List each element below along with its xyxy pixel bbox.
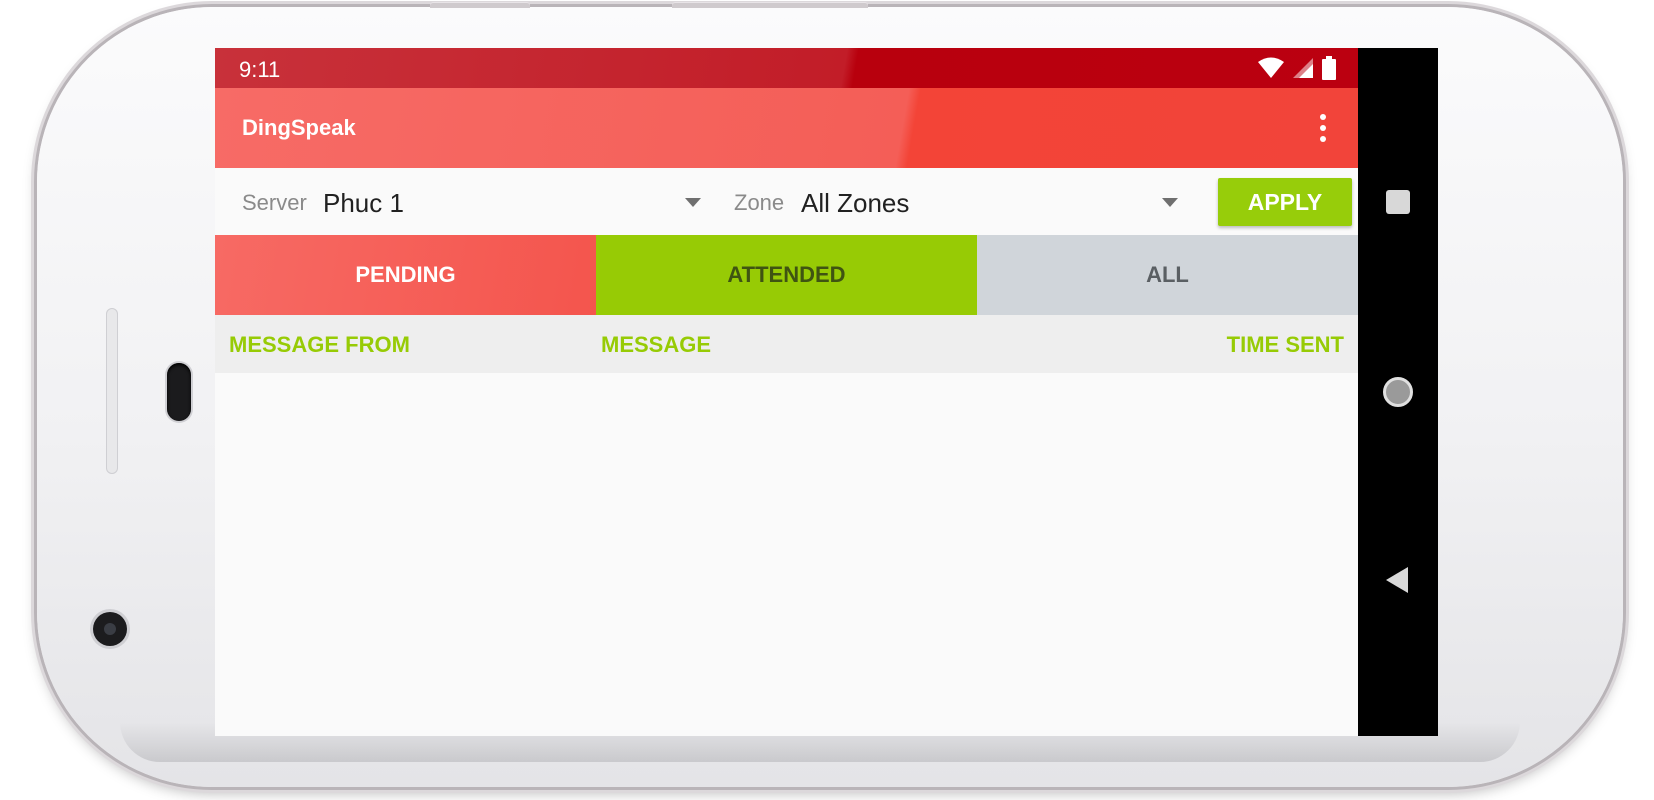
filter-row: Server Phuc 1 Zone All Zones APPLY (215, 168, 1358, 235)
zone-label: Zone (734, 190, 785, 215)
tab-all[interactable]: ALL (977, 235, 1358, 315)
server-select[interactable]: Phuc 1 (323, 188, 404, 219)
server-dropdown-arrow-icon[interactable] (685, 198, 701, 207)
server-label: Server (242, 190, 307, 215)
status-time: 9:11 (239, 57, 281, 82)
column-header-time-sent: TIME SENT (1226, 332, 1344, 357)
zone-dropdown-arrow-icon[interactable] (1162, 198, 1178, 207)
cell-signal-icon (1293, 58, 1313, 78)
power-key (672, 2, 868, 8)
battery-icon (1322, 56, 1336, 80)
overflow-menu-icon[interactable] (1308, 106, 1338, 150)
apply-button[interactable]: APPLY (1218, 178, 1352, 226)
tab-row: PENDING ATTENDED ALL (215, 235, 1358, 315)
front-camera (93, 612, 127, 646)
speaker-grille (106, 308, 118, 474)
column-header-message-from: MESSAGE FROM (229, 332, 410, 357)
tab-attended[interactable]: ATTENDED (596, 235, 977, 315)
list-header: MESSAGE FROM MESSAGE TIME SENT (215, 315, 1358, 373)
volume-key (430, 2, 530, 8)
back-icon[interactable] (1386, 567, 1408, 593)
status-bar: 9:11 (215, 48, 1358, 88)
navigation-bar (1358, 48, 1438, 736)
home-icon[interactable] (1383, 377, 1413, 407)
proximity-sensor (167, 363, 191, 421)
app-bar: DingSpeak (215, 88, 1358, 168)
screen: 9:11 DingSpeak Server Phuc 1 Zone All Zo… (215, 48, 1438, 736)
tab-pending[interactable]: PENDING (215, 235, 596, 315)
app-title: DingSpeak (242, 115, 356, 140)
status-icons (1258, 56, 1336, 80)
column-header-message: MESSAGE (601, 332, 712, 357)
wifi-icon (1258, 57, 1284, 78)
zone-select[interactable]: All Zones (801, 188, 909, 219)
message-list[interactable] (215, 373, 1358, 736)
recents-icon[interactable] (1386, 190, 1410, 214)
